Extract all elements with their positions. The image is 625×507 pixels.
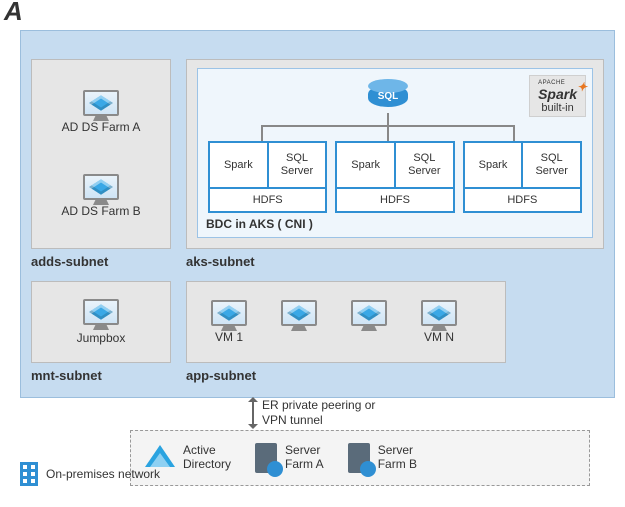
server-label: Server Farm A <box>285 444 324 472</box>
app-vm: VM 1 <box>203 300 255 344</box>
server-icon <box>255 443 277 473</box>
bdc-title: BDC in AKS ( CNI ) <box>206 217 313 231</box>
jumpbox-label: Jumpbox <box>77 331 126 345</box>
vm-icon <box>83 174 119 200</box>
on-premises-box: Active Directory Server Farm A Server Fa… <box>130 430 590 486</box>
node-hdfs-label: HDFS <box>337 187 452 211</box>
connector-line <box>387 113 389 125</box>
onprem-server-farm-a: Server Farm A <box>255 443 324 473</box>
vm-icon <box>421 300 457 326</box>
app-subnet-label: app-subnet <box>186 368 256 383</box>
aks-subnet-label: aks-subnet <box>186 254 255 269</box>
bdc-node: Spark SQL Server HDFS <box>208 141 327 213</box>
aks-subnet-box: APACHE Spark✦ built-in SQL <box>186 59 604 249</box>
app-subnet-box: VM 1 VM N <box>186 281 506 363</box>
adds-subnet-box: AD DS Farm A AD DS Farm B <box>31 59 171 249</box>
bdc-node: Spark SQL Server HDFS <box>335 141 454 213</box>
connector-line <box>513 125 515 141</box>
sql-label: SQL <box>366 91 410 102</box>
spark-star-icon: ✦ <box>577 81 587 94</box>
on-premises-label: On-premises network <box>46 467 160 481</box>
vm-label: VM 1 <box>215 330 243 344</box>
onprem-ad-label: Active Directory <box>183 444 231 472</box>
server-label: Server Farm B <box>378 444 417 472</box>
vm-icon <box>83 90 119 116</box>
vm-icon <box>211 300 247 326</box>
virtual-network: AD DS Farm A AD DS Farm B adds-subnet AP… <box>20 30 615 398</box>
adds-subnet-label: adds-subnet <box>31 254 108 269</box>
bdc-node: Spark SQL Server HDFS <box>463 141 582 213</box>
onprem-server-farm-b: Server Farm B <box>348 443 417 473</box>
node-sqlserver-label: SQL Server <box>523 143 580 187</box>
app-vm <box>343 300 395 344</box>
spark-badge: APACHE Spark✦ built-in <box>529 75 586 117</box>
vm-icon <box>351 300 387 326</box>
bdc-nodes-row: Spark SQL Server HDFS Spark SQL Server H… <box>208 141 582 213</box>
node-hdfs-label: HDFS <box>210 187 325 211</box>
architecture-diagram: A AD DS Farm A AD DS Farm B adds-subnet <box>0 0 625 507</box>
mnt-subnet-label: mnt-subnet <box>31 368 102 383</box>
building-icon <box>20 462 38 486</box>
vm-label: AD DS Farm B <box>61 204 140 218</box>
node-sqlserver-label: SQL Server <box>396 143 453 187</box>
connection-arrow-icon <box>252 398 254 428</box>
connector-line <box>261 125 263 141</box>
app-vm <box>273 300 325 344</box>
server-icon <box>348 443 370 473</box>
vm-icon <box>83 299 119 325</box>
spark-logo-text: Spark✦ <box>538 87 577 102</box>
ad-ds-farm-b: AD DS Farm B <box>61 174 140 218</box>
azure-logo: A <box>4 0 22 27</box>
vm-icon <box>281 300 317 326</box>
bdc-container: APACHE Spark✦ built-in SQL <box>197 68 593 238</box>
sql-cylinder-icon: SQL <box>366 79 410 113</box>
node-spark-label: Spark <box>465 143 524 187</box>
node-spark-label: Spark <box>210 143 269 187</box>
connection-label: ER private peering or VPN tunnel <box>262 398 402 428</box>
node-spark-label: Spark <box>337 143 396 187</box>
app-vm: VM N <box>413 300 465 344</box>
vm-label: AD DS Farm A <box>62 120 141 134</box>
node-sqlserver-label: SQL Server <box>269 143 326 187</box>
vm-label: VM N <box>424 330 454 344</box>
on-premises-title: On-premises network <box>20 462 160 486</box>
spark-subtext: built-in <box>538 102 577 114</box>
ad-ds-farm-a: AD DS Farm A <box>62 90 141 134</box>
connector-line <box>387 125 389 141</box>
node-hdfs-label: HDFS <box>465 187 580 211</box>
mnt-subnet-box: Jumpbox <box>31 281 171 363</box>
